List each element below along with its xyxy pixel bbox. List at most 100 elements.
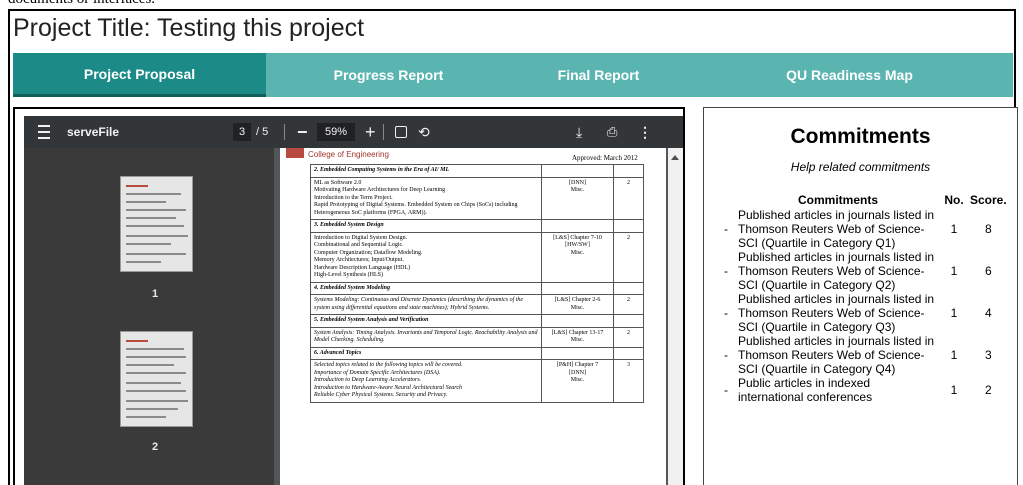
tab-progress-report[interactable]: Progress Report bbox=[266, 53, 511, 97]
commitment-row: - Published articles in journals listed i… bbox=[722, 334, 1009, 376]
syllabus-reference: [L&S] Chapter 2-6 Misc. bbox=[541, 294, 614, 315]
page-total-value: 5 bbox=[262, 126, 269, 138]
syllabus-section-header-row: 4. Embedded System Modeling bbox=[310, 281, 644, 295]
college-logo bbox=[286, 148, 304, 158]
pdf-viewer-frame: serveFile 3 / 5 − 59% + ⟲ ⤓ ⎙ ⋮ 1 2 Coll… bbox=[13, 107, 685, 485]
syllabus-section-row: System Analysis: Timing Analysis. Invari… bbox=[310, 326, 644, 348]
project-title: Project Title: Testing this project bbox=[13, 14, 365, 42]
zoom-out-icon[interactable]: − bbox=[297, 116, 308, 148]
rotate-icon[interactable]: ⟲ bbox=[418, 116, 430, 148]
syllabus-section-row: Systems Modeling: Continuous and Discret… bbox=[310, 294, 644, 315]
syllabus-section-body: Introduction to Digital System Design. C… bbox=[310, 231, 542, 283]
print-icon[interactable]: ⎙ bbox=[607, 116, 617, 148]
commitments-table: Commitments No. Score. - Published articl… bbox=[722, 191, 1009, 404]
commitments-panel: Commitments Help related commitments Com… bbox=[703, 107, 1018, 485]
syllabus-empty-cell bbox=[613, 314, 644, 328]
zoom-level-input[interactable]: 59% bbox=[317, 123, 355, 141]
col-dash bbox=[722, 191, 736, 208]
syllabus-section-title: 5. Embedded System Analysis and Verifica… bbox=[310, 314, 542, 328]
syllabus-section-body: Selected topics related to the following… bbox=[310, 359, 542, 403]
commitment-score: 3 bbox=[985, 348, 992, 362]
syllabus-section-header-row: 3. Embedded System Design bbox=[310, 219, 644, 233]
thumbnail-label-1: 1 bbox=[152, 288, 159, 300]
commitment-text: Published articles in journals listed in… bbox=[738, 292, 935, 334]
commitment-score: 4 bbox=[985, 306, 992, 320]
syllabus-section-title: 4. Embedded System Modeling bbox=[310, 281, 542, 295]
syllabus-reference: [DNN] Misc. bbox=[541, 176, 614, 220]
commitment-row: - Published articles in journals listed i… bbox=[722, 250, 1009, 292]
page-total: / 5 bbox=[256, 116, 268, 148]
commitment-row: - Public articles in indexed internationa… bbox=[722, 376, 1009, 404]
commitment-row: - Published articles in journals listed i… bbox=[722, 292, 1009, 334]
commitment-text: Published articles in journals listed in… bbox=[738, 250, 935, 292]
download-icon[interactable]: ⤓ bbox=[576, 116, 582, 148]
commitment-dash: - bbox=[724, 222, 728, 236]
syllabus-section-title: 3. Embedded System Design bbox=[310, 219, 542, 233]
fit-page-icon[interactable] bbox=[395, 116, 407, 148]
commitment-score: 8 bbox=[985, 222, 992, 236]
syllabus-empty-cell bbox=[541, 164, 614, 178]
pdf-page: College of Engineering Approved: March 2… bbox=[280, 148, 666, 485]
syllabus-reference: [L&S] Chapter 7-10 [HW/SW] Misc. bbox=[541, 231, 614, 283]
commitment-number: 1 bbox=[950, 383, 958, 397]
syllabus-empty-cell bbox=[541, 314, 614, 328]
syllabus-section-body: Systems Modeling: Continuous and Discret… bbox=[310, 294, 542, 315]
thumbnail-sidebar: 1 2 bbox=[24, 148, 274, 485]
syllabus-empty-cell bbox=[541, 346, 614, 360]
commitments-title: Commitments bbox=[790, 125, 931, 148]
toolbar-divider bbox=[383, 124, 384, 140]
col-score-header: Score. bbox=[970, 193, 1007, 207]
syllabus-section-header-row: 6. Advanced Topics bbox=[310, 346, 644, 360]
syllabus-weeks: 2 bbox=[613, 231, 644, 283]
syllabus-weeks: 3 bbox=[613, 359, 644, 403]
commitment-row: - Published articles in journals listed i… bbox=[722, 208, 1009, 250]
syllabus-section-title: 2. Embedded Computing Systems in the Era… bbox=[310, 164, 542, 178]
col-commitments-header: Commitments bbox=[797, 193, 878, 207]
syllabus-empty-cell bbox=[613, 281, 644, 295]
scroll-up-arrow-icon[interactable] bbox=[671, 155, 679, 160]
tab-final-report[interactable]: Final Report bbox=[511, 53, 686, 97]
page-separator: / bbox=[256, 126, 260, 138]
commitment-score: 6 bbox=[985, 264, 992, 278]
syllabus-section-body: ML as Software 2.0 Motivating Hardware A… bbox=[310, 176, 542, 220]
syllabus-weeks: 2 bbox=[613, 326, 644, 348]
commitment-number: 1 bbox=[950, 264, 958, 278]
pdf-scrollbar[interactable] bbox=[668, 148, 683, 485]
tab-project-proposal[interactable]: Project Proposal bbox=[13, 53, 266, 97]
syllabus-table: 2. Embedded Computing Systems in the Era… bbox=[310, 164, 644, 403]
pdf-file-name: serveFile bbox=[67, 125, 120, 139]
thumbnail-label-2: 2 bbox=[152, 441, 159, 453]
approved-date: Approved: March 2012 bbox=[572, 154, 638, 162]
syllabus-empty-cell bbox=[613, 346, 644, 360]
commitment-dash: - bbox=[724, 306, 728, 320]
syllabus-empty-cell bbox=[541, 281, 614, 295]
commitments-subtitle: Help related commitments bbox=[790, 160, 931, 174]
more-icon[interactable]: ⋮ bbox=[638, 116, 652, 148]
commitment-dash: - bbox=[724, 264, 728, 278]
zoom-in-icon[interactable]: + bbox=[365, 116, 376, 148]
commitment-text: Public articles in indexed international… bbox=[738, 376, 873, 404]
commitment-text: Published articles in journals listed in… bbox=[738, 208, 935, 250]
syllabus-section-header-row: 2. Embedded Computing Systems in the Era… bbox=[310, 164, 644, 178]
commitment-number: 1 bbox=[950, 222, 958, 236]
syllabus-section-body: System Analysis: Timing Analysis. Invari… bbox=[310, 326, 542, 348]
syllabus-empty-cell bbox=[541, 219, 614, 233]
menu-icon[interactable] bbox=[38, 116, 50, 148]
tab-qu-readiness-map[interactable]: QU Readiness Map bbox=[686, 53, 1013, 97]
tab-bar: Project Proposal Progress Report Final R… bbox=[13, 53, 1013, 97]
toolbar-divider bbox=[284, 124, 285, 140]
syllabus-section-row: ML as Software 2.0 Motivating Hardware A… bbox=[310, 176, 644, 220]
commitment-dash: - bbox=[724, 383, 728, 397]
syllabus-empty-cell bbox=[613, 164, 644, 178]
commitment-dash: - bbox=[724, 348, 728, 362]
syllabus-reference: [L&S] Chapter 13-17 Misc. bbox=[541, 326, 614, 348]
page-thumbnail-1[interactable] bbox=[120, 176, 193, 272]
commitment-number: 1 bbox=[950, 306, 958, 320]
page-thumbnail-2[interactable] bbox=[120, 331, 193, 427]
syllabus-reference: [P&H] Chapter 7 [DNN] Misc. bbox=[541, 359, 614, 403]
page-number-input[interactable]: 3 bbox=[233, 123, 251, 141]
commitment-text: Published articles in journals listed in… bbox=[738, 334, 935, 376]
commitment-number: 1 bbox=[950, 348, 958, 362]
pdf-toolbar: serveFile 3 / 5 − 59% + ⟲ ⤓ ⎙ ⋮ bbox=[24, 116, 683, 148]
syllabus-section-title: 6. Advanced Topics bbox=[310, 346, 542, 360]
